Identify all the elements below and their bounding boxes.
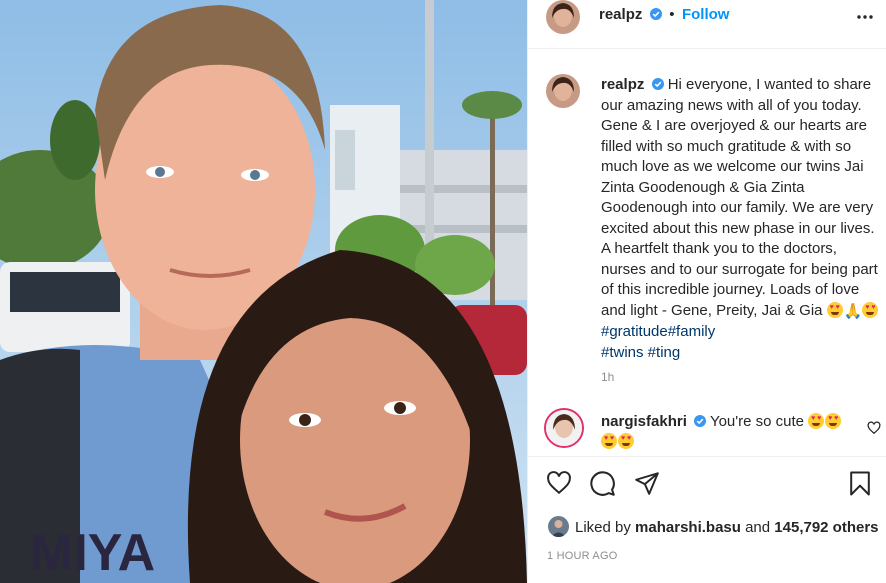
liked-by: Liked by maharshi.basu and 145,792 other… [575,519,879,536]
action-bar [528,456,886,507]
comment-icon[interactable] [589,470,616,497]
hashtags-line-2[interactable]: #twins #ting [601,344,680,361]
folded-hands-emoji-icon: 🙏 [843,302,863,320]
likes-count[interactable]: 145,792 others [774,519,878,536]
bookmark-icon[interactable] [849,470,871,497]
comment: nargisfakhri You're so cute [601,412,861,452]
more-options-icon[interactable] [855,10,875,24]
hashtags-line-1[interactable]: #gratitude#family [601,323,715,340]
post-date[interactable]: 1 HOUR AGO [547,550,617,562]
heart-eyes-emoji-icon [808,413,825,429]
post-panel: realpz • Follow realpz Hi everyone, I wa… [527,0,886,583]
caption-text: Hi everyone, I wanted to share our amazi… [601,76,878,319]
verified-badge-icon [651,78,664,90]
selfie-image: MIYA [0,0,527,583]
caption-timestamp[interactable]: 1h [601,370,614,384]
avatar-image [546,0,580,34]
heart-eyes-emoji-icon [862,301,879,318]
heart-eyes-emoji-icon [618,433,634,449]
comment-like-heart-icon[interactable] [867,421,881,435]
post-username[interactable]: realpz [599,6,642,23]
separator-dot: • [669,6,675,23]
commenter-avatar[interactable] [544,408,584,448]
heart-icon[interactable] [545,470,573,496]
comment-text: You're so cute [709,413,804,430]
avatar-image [546,410,582,446]
verified-badge-icon [694,415,707,427]
follow-button[interactable]: Follow [682,6,730,23]
avatar-image [548,516,569,537]
caption-username[interactable]: realpz [601,76,644,93]
liked-by-user[interactable]: maharshi.basu [635,519,741,536]
share-icon[interactable] [634,470,660,496]
post-photo[interactable]: MIYA [0,0,527,583]
caption-avatar[interactable] [546,74,580,108]
verified-badge-icon [649,8,662,20]
instagram-post: MIYA realpz • Follow realpz Hi everyone,… [0,0,886,583]
avatar[interactable] [546,0,580,34]
liker-avatar[interactable] [548,516,569,537]
heart-eyes-emoji-icon [826,301,843,318]
header-name-row: realpz • Follow [599,6,729,24]
heart-eyes-emoji-icon [601,433,617,449]
post-header: realpz • Follow [528,0,886,49]
comment-username[interactable]: nargisfakhri [601,413,687,430]
svg-text:MIYA: MIYA [30,524,155,582]
liked-by-and: and [745,519,771,536]
avatar-image [546,74,580,108]
post-caption: realpz Hi everyone, I wanted to share ou… [601,75,881,363]
heart-eyes-emoji-icon [825,413,842,429]
liked-by-prefix: Liked by [575,519,631,536]
